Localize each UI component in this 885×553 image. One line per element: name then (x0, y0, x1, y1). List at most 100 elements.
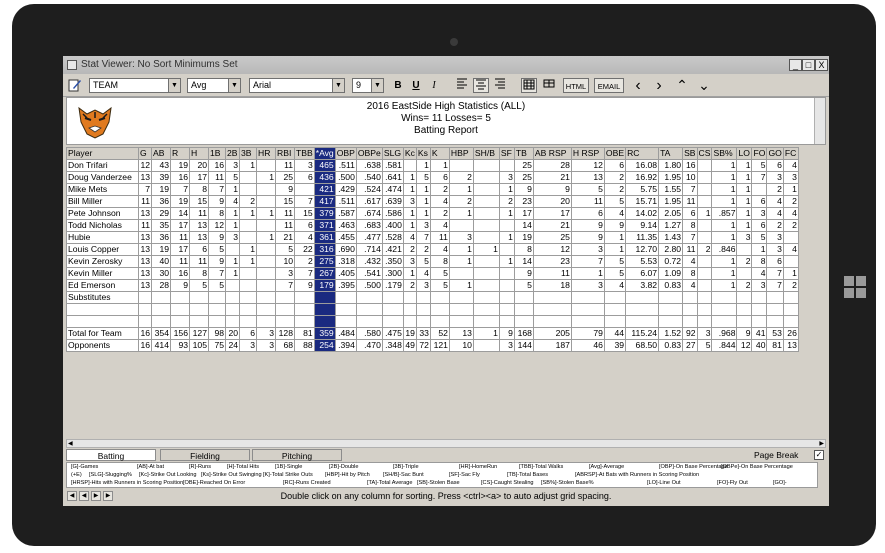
stat-cell[interactable]: 7 (415, 231, 431, 244)
stat-cell[interactable]: .394 (334, 339, 357, 352)
stat-cell[interactable]: 156 (170, 327, 190, 340)
stat-cell[interactable]: 6 (682, 207, 698, 220)
bold-button[interactable]: B (391, 78, 405, 93)
column-header[interactable]: SLG (381, 147, 404, 160)
table-row[interactable]: Louis Copper 13 19 17 6 5 1 5 22 316.690.714.421 2… (66, 243, 799, 256)
stat-cell[interactable]: 9 (532, 183, 572, 196)
player-name-cell[interactable]: Mike Mets (66, 183, 139, 196)
stat-cell[interactable]: 254 (313, 339, 336, 352)
stat-cell[interactable] (696, 171, 713, 184)
stat-cell[interactable]: 5 (603, 255, 627, 268)
stat-cell[interactable]: 49 (402, 339, 417, 352)
stat-cell[interactable]: 1 (448, 243, 474, 256)
font-select[interactable]: Arial ▼ (249, 78, 345, 93)
stat-cell[interactable] (696, 159, 713, 172)
column-header[interactable]: RC (625, 147, 660, 160)
stat-cell[interactable]: 6 (766, 255, 784, 268)
stat-cell[interactable]: 1 (402, 171, 417, 184)
stat-cell[interactable]: 7 (294, 195, 315, 208)
stat-cell[interactable] (256, 243, 276, 256)
stat-cell[interactable]: 1 (225, 219, 240, 232)
stat-cell[interactable]: 371 (313, 219, 336, 232)
stat-cell[interactable]: .617 (355, 195, 383, 208)
stat-cell[interactable]: 6 (751, 219, 768, 232)
stat-cell[interactable]: 44 (603, 327, 627, 340)
stat-cell[interactable]: 11.35 (625, 231, 660, 244)
column-header[interactable]: R (170, 147, 190, 160)
stat-cell[interactable] (472, 183, 500, 196)
align-right-icon[interactable] (493, 78, 507, 93)
stat-cell[interactable] (448, 219, 474, 232)
stat-cell[interactable]: 267 (313, 267, 336, 280)
stat-cell[interactable]: 1 (736, 171, 753, 184)
stat-cell[interactable] (294, 183, 315, 196)
stat-cell[interactable]: 11 (189, 207, 209, 220)
next-arrow-icon[interactable]: › (652, 78, 666, 94)
stat-cell[interactable]: 16 (138, 339, 152, 352)
stat-cell[interactable]: .528 (381, 231, 404, 244)
stat-cell[interactable]: 68.50 (625, 339, 660, 352)
stat-cell[interactable]: 1 (402, 183, 417, 196)
stat-cell[interactable]: 1 (570, 267, 605, 280)
stat-cell[interactable]: 53 (766, 327, 784, 340)
stat-cell[interactable]: 2 (402, 279, 417, 292)
stat-cell[interactable]: .857 (711, 207, 738, 220)
stat-cell[interactable]: 2 (603, 171, 627, 184)
stat-cell[interactable]: 15 (275, 195, 295, 208)
stat-cell[interactable]: 1 (415, 207, 431, 220)
stat-cell[interactable] (472, 207, 500, 220)
stat-cell[interactable]: 1 (711, 231, 738, 244)
stat-cell[interactable]: 3 (275, 267, 295, 280)
stat-cell[interactable]: 11 (138, 219, 152, 232)
stat-cell[interactable]: 4 (429, 243, 450, 256)
stat-cell[interactable]: 33 (415, 327, 431, 340)
stat-cell[interactable] (239, 231, 257, 244)
stat-cell[interactable]: 9 (736, 327, 753, 340)
stat-cell[interactable]: 15 (189, 195, 209, 208)
stat-cell[interactable] (498, 219, 515, 232)
stat-cell[interactable]: 13 (189, 231, 209, 244)
stat-cell[interactable]: .587 (334, 207, 357, 220)
stat-cell[interactable]: 88 (294, 339, 315, 352)
stat-cell[interactable] (402, 159, 417, 172)
column-header[interactable]: LO (736, 147, 753, 160)
stat-cell[interactable]: .395 (334, 279, 357, 292)
stat-cell[interactable]: 5.75 (625, 183, 660, 196)
stat-cell[interactable]: 7 (138, 183, 152, 196)
stat-cell[interactable]: 1 (711, 267, 738, 280)
stat-cell[interactable]: 1.27 (658, 219, 684, 232)
stat-cell[interactable]: 9 (208, 231, 226, 244)
header-scrollbar[interactable] (814, 98, 825, 144)
stat-cell[interactable]: .421 (381, 243, 404, 256)
column-header[interactable]: RBI (275, 147, 295, 160)
stat-cell[interactable]: 205 (532, 327, 572, 340)
chevron-down-icon[interactable]: ▼ (228, 79, 240, 92)
stat-cell[interactable]: 5.53 (625, 255, 660, 268)
stat-cell[interactable]: .405 (334, 267, 357, 280)
align-left-icon[interactable] (455, 78, 469, 93)
stat-cell[interactable]: 3 (570, 243, 605, 256)
player-name-cell[interactable]: Total for Team (66, 327, 139, 340)
stat-cell[interactable]: 13 (138, 267, 152, 280)
stat-cell[interactable]: .432 (355, 255, 383, 268)
stat-cell[interactable]: 1 (448, 183, 474, 196)
stat-cell[interactable]: 29 (151, 207, 171, 220)
stat-cell[interactable]: 23 (513, 195, 534, 208)
stat-cell[interactable]: 2 (766, 219, 784, 232)
stat-cell[interactable]: 128 (275, 327, 295, 340)
stat-cell[interactable]: 25 (513, 159, 534, 172)
stat-cell[interactable]: 1 (225, 255, 240, 268)
stat-cell[interactable] (498, 279, 515, 292)
stat-cell[interactable]: 465 (313, 159, 336, 172)
stat-cell[interactable]: 1 (696, 207, 713, 220)
stat-cell[interactable]: .400 (381, 219, 404, 232)
stat-cell[interactable]: 1.95 (658, 195, 684, 208)
stat-cell[interactable]: 16 (682, 159, 698, 172)
column-header[interactable]: 1B (208, 147, 226, 160)
table-row[interactable]: Mike Mets 7 19 7 8 7 1 9 421.429.524.474 1 1 2 1 1 9 9 5… (66, 183, 799, 196)
stat-cell[interactable]: 3 (498, 171, 515, 184)
column-header[interactable]: SB (682, 147, 698, 160)
stat-cell[interactable]: 9 (513, 267, 534, 280)
stat-cell[interactable]: 1.09 (658, 267, 684, 280)
stat-cell[interactable] (472, 219, 500, 232)
